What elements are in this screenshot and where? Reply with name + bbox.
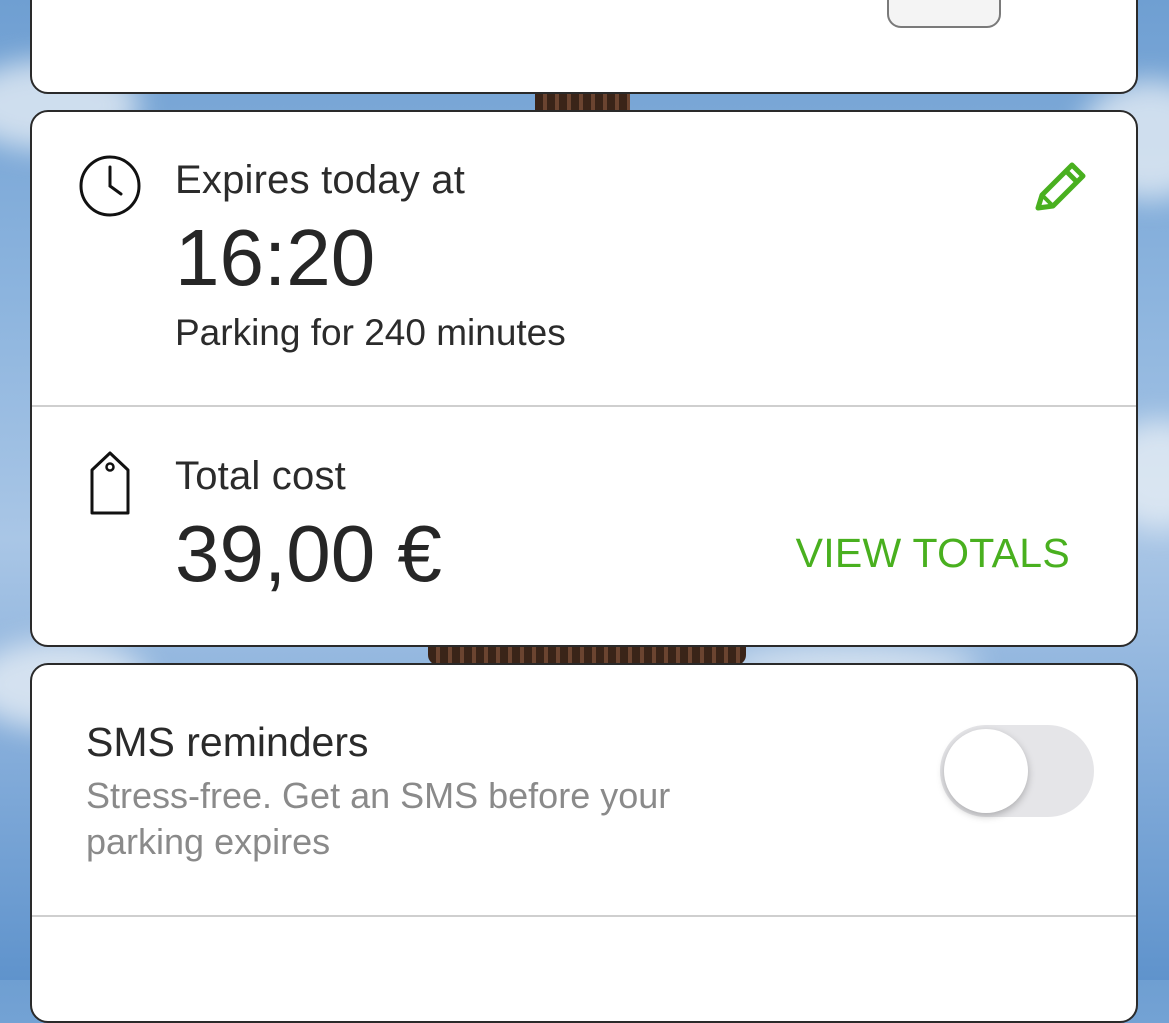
sms-reminders-card: SMS reminders Stress-free. Get an SMS be… bbox=[30, 663, 1138, 1023]
sms-reminders-toggle[interactable] bbox=[940, 725, 1094, 817]
price-tag-icon bbox=[88, 450, 132, 516]
sms-reminders-title: SMS reminders bbox=[86, 719, 369, 765]
background-tower bbox=[428, 645, 746, 665]
expires-label: Expires today at bbox=[175, 158, 466, 202]
pencil-icon[interactable] bbox=[1028, 158, 1090, 220]
section-divider bbox=[32, 915, 1136, 917]
total-cost-label: Total cost bbox=[175, 454, 346, 498]
view-totals-link[interactable]: VIEW TOTALS bbox=[796, 530, 1070, 577]
sms-reminders-description: Stress-free. Get an SMS before your park… bbox=[86, 775, 671, 862]
total-cost-value: 39,00 € bbox=[175, 509, 442, 598]
vehicle-card bbox=[30, 0, 1138, 94]
expires-time: 16:20 bbox=[175, 213, 376, 302]
section-divider bbox=[32, 405, 1136, 407]
parking-card: Expires today at 16:20 Parking for 240 m… bbox=[30, 110, 1138, 647]
parking-duration: Parking for 240 minutes bbox=[175, 312, 566, 353]
toggle-knob bbox=[944, 729, 1028, 813]
top-card-button[interactable] bbox=[887, 0, 1001, 28]
clock-icon bbox=[78, 154, 142, 218]
